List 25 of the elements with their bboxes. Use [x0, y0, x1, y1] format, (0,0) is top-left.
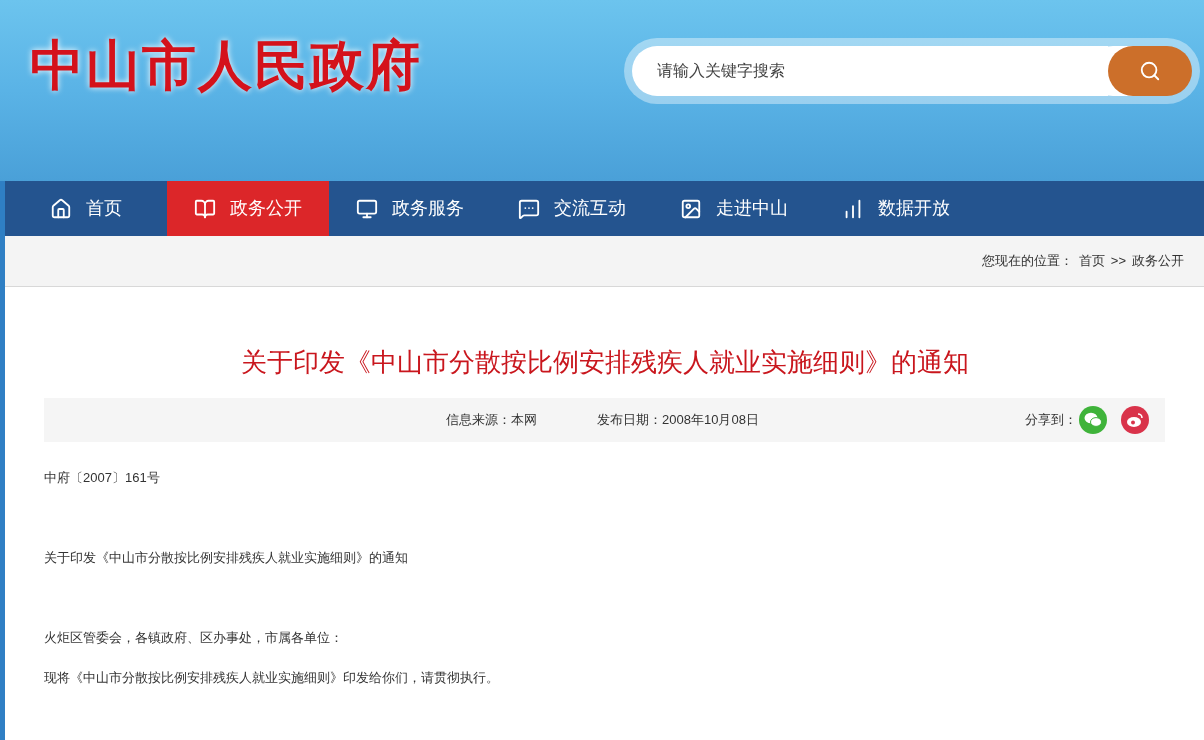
article-source: 信息来源：本网 [446, 411, 538, 430]
body-paragraph: 火炬区管委会，各镇政府、区办事处，市属各单位： [44, 629, 344, 647]
publish-date: 发布日期：2008年10月08日 [597, 411, 759, 430]
article-title: 关于印发《中山市分散按比例安排残疾人就业实施细则》的通知 [239, 346, 970, 379]
chat-bubble-icon [518, 197, 540, 220]
weibo-share-button[interactable] [1121, 406, 1149, 434]
picture-icon [680, 197, 702, 220]
breadcrumb-link[interactable]: 首页 [1078, 251, 1105, 271]
body-paragraph: 现将《中山市分散按比例安排残疾人就业实施细则》印发给你们，请贯彻执行。 [44, 669, 500, 687]
breadcrumb-separator: >> [1110, 252, 1126, 271]
eye-swirl-icon [1126, 412, 1144, 428]
share-label: 分享到： [1025, 411, 1077, 430]
wechat-share-button[interactable] [1079, 406, 1107, 434]
search-button[interactable] [1108, 46, 1192, 96]
breadcrumb-label: 您现在的位置： [981, 252, 1073, 271]
nav-tab[interactable]: 政务公开 [167, 181, 329, 236]
book-icon [194, 197, 216, 220]
breadcrumb-link[interactable]: 政务公开 [1132, 251, 1184, 271]
chat-bubbles-icon [1084, 412, 1102, 428]
home-icon [50, 197, 72, 220]
search-icon [1139, 60, 1161, 82]
body-paragraph: 关于印发《中山市分散按比例安排残疾人就业实施细则》的通知 [44, 549, 409, 567]
body-paragraph: 中府〔2007〕161号 [44, 469, 161, 487]
search-field[interactable]: 请输入关键字搜索 [632, 46, 1108, 96]
monitor-icon [356, 197, 378, 220]
